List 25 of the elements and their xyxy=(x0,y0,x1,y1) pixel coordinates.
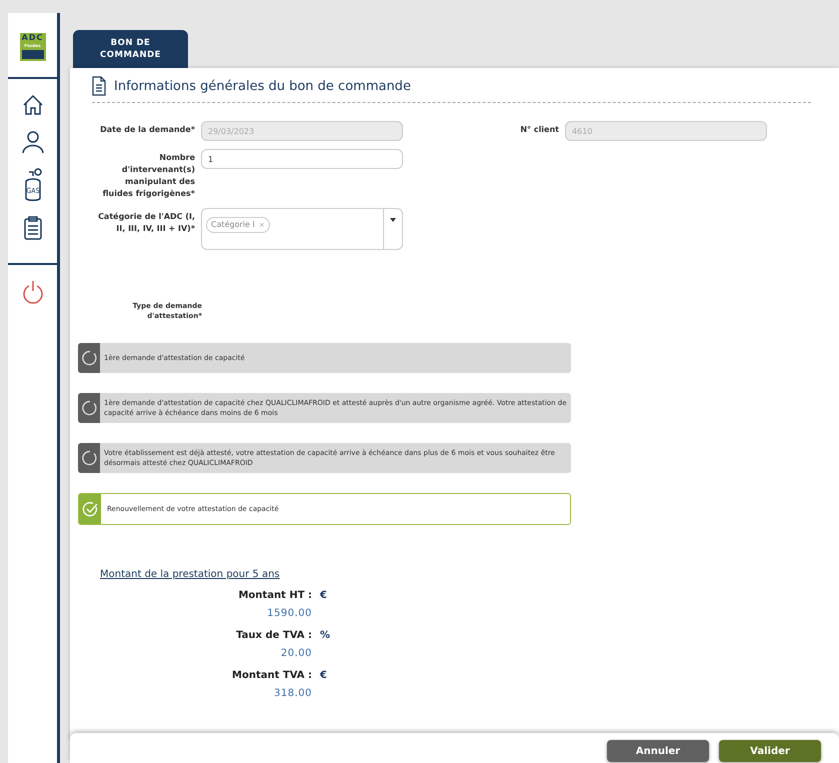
person-icon[interactable] xyxy=(22,130,44,154)
caret-icon xyxy=(390,218,396,222)
section-title: Informations générales du bon de commande xyxy=(114,79,411,94)
field-label: Date de la demande* xyxy=(99,124,195,136)
amount-label: Montant HT : xyxy=(237,590,312,601)
cancel-button[interactable]: Annuler xyxy=(607,740,709,762)
home-icon[interactable] xyxy=(22,94,44,116)
document-icon xyxy=(92,76,106,96)
power-icon[interactable] xyxy=(22,280,44,304)
amount-value: 318.00 xyxy=(273,688,312,699)
clipboard-icon[interactable] xyxy=(22,216,42,240)
text-field[interactable]: 1 xyxy=(201,149,403,169)
field-label: N° client xyxy=(519,124,559,136)
tab[interactable]: BON DE COMMANDE xyxy=(73,30,188,68)
unit-symbol: € xyxy=(320,670,328,681)
amount-value: 20.00 xyxy=(280,648,312,659)
section-heading: Montant de la prestation pour 5 ans xyxy=(100,569,281,580)
amount-value: 1590.00 xyxy=(266,608,312,619)
amount-label: Taux de TVA : xyxy=(235,630,312,641)
submit-button[interactable]: Valider xyxy=(719,740,821,762)
field-label: Nombre d'intervenant(s) manipulant des fluides frigorigènes* xyxy=(102,152,195,200)
field-label: Catégorie de l'ADC (I, II, III, IV, III + IV)* xyxy=(97,211,195,235)
unit-symbol: % xyxy=(320,630,332,641)
amount-label: Montant TVA : xyxy=(231,670,312,681)
unit-symbol: € xyxy=(320,590,328,601)
